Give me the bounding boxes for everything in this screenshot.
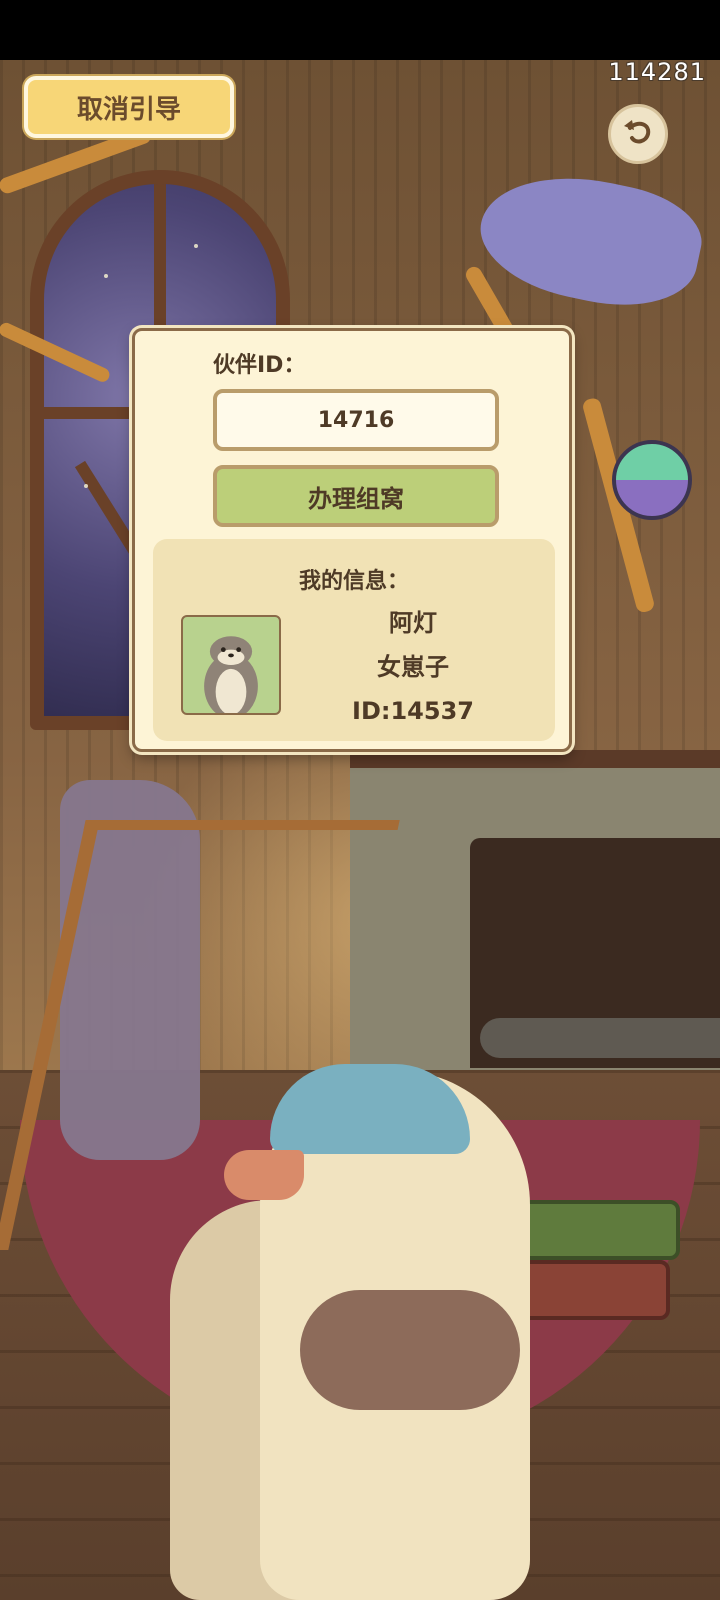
partner-id-input[interactable] xyxy=(213,389,499,451)
my-info-panel: 我的信息： 阿灯 女崽子 ID:14537 xyxy=(153,539,555,741)
my-info-title: 我的信息： xyxy=(298,569,409,594)
star xyxy=(104,274,108,278)
apply-group-nest-button[interactable]: 办理组窝 xyxy=(213,465,499,527)
book xyxy=(510,1200,680,1260)
my-name: 阿灯 xyxy=(389,609,437,637)
my-relation: 女崽子 xyxy=(377,653,449,681)
bird-head-cap xyxy=(270,1064,470,1154)
wizard-hat xyxy=(469,158,711,322)
partner-id-label: 伙伴ID： xyxy=(213,353,306,378)
my-id: ID:14537 xyxy=(352,697,474,725)
bird-beak xyxy=(224,1150,304,1200)
star xyxy=(84,484,88,488)
status-bar xyxy=(0,0,720,60)
partner-dialog: 伙伴ID： 办理组窝 我的信息： 阿灯 女崽子 ID:14537 xyxy=(132,328,572,752)
back-button[interactable] xyxy=(608,104,668,164)
fireplace-coals xyxy=(480,1018,720,1058)
curved-arrow-back-icon xyxy=(624,120,651,144)
counter-text: 114281 xyxy=(608,58,706,86)
game-scene-background xyxy=(0,60,720,1600)
book-stack xyxy=(510,1200,680,1330)
bird-wing xyxy=(300,1290,520,1410)
my-info-details: 阿灯 女崽子 ID:14537 xyxy=(323,601,503,733)
avatar xyxy=(181,615,281,715)
potion-bottle xyxy=(612,440,692,520)
book xyxy=(510,1260,670,1320)
otter-avatar-icon xyxy=(204,636,258,713)
cancel-guide-button[interactable]: 取消引导 xyxy=(24,76,234,138)
stone-fireplace xyxy=(350,750,720,1098)
bird-character-blue-cap[interactable] xyxy=(224,1064,530,1600)
star xyxy=(194,244,198,248)
